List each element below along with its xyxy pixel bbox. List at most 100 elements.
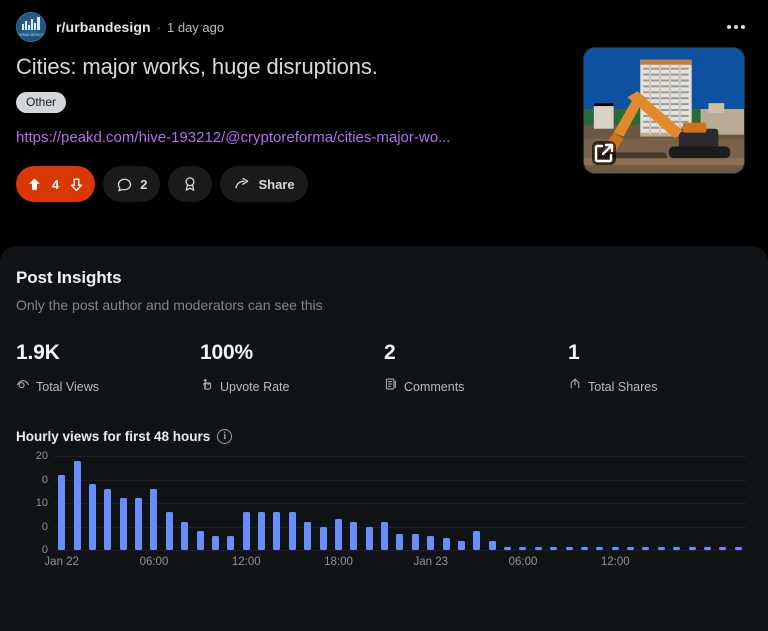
chart-bar[interactable] bbox=[88, 484, 96, 550]
share-button[interactable]: Share bbox=[220, 166, 308, 203]
chart-bar-cell[interactable] bbox=[577, 456, 592, 550]
chart-bar[interactable] bbox=[350, 521, 358, 550]
chart-bar-cell[interactable] bbox=[408, 456, 423, 550]
chart-bar-cell[interactable] bbox=[700, 456, 715, 550]
chart-bar[interactable] bbox=[165, 512, 173, 550]
chart-bar-cell[interactable] bbox=[423, 456, 438, 550]
post-flair-badge[interactable]: Other bbox=[16, 92, 67, 114]
chart-bar[interactable] bbox=[611, 547, 619, 550]
downvote-icon[interactable] bbox=[68, 176, 85, 193]
chart-bar-cell[interactable] bbox=[146, 456, 161, 550]
overflow-menu-button[interactable] bbox=[720, 11, 752, 43]
chart-bar-cell[interactable] bbox=[623, 456, 638, 550]
chart-bar-cell[interactable] bbox=[208, 456, 223, 550]
info-icon[interactable]: i bbox=[217, 429, 233, 444]
chart-bar-cell[interactable] bbox=[177, 456, 192, 550]
chart-bar-cell[interactable] bbox=[54, 456, 69, 550]
chart-bar-cell[interactable] bbox=[469, 456, 484, 550]
chart-bar-cell[interactable] bbox=[454, 456, 469, 550]
chart-bar[interactable] bbox=[304, 521, 312, 550]
chart-bar-cell[interactable] bbox=[500, 456, 515, 550]
chart-bar[interactable] bbox=[473, 531, 481, 550]
chart-bar[interactable] bbox=[703, 547, 711, 550]
chart-bar[interactable] bbox=[565, 547, 573, 550]
chart-bar[interactable] bbox=[211, 535, 219, 550]
chart-bar-cell[interactable] bbox=[515, 456, 530, 550]
chart-bar[interactable] bbox=[642, 547, 650, 550]
chart-bar[interactable] bbox=[411, 533, 419, 550]
chart-bar-cell[interactable] bbox=[684, 456, 699, 550]
post-thumbnail[interactable] bbox=[583, 47, 745, 174]
chart-bar-cell[interactable] bbox=[192, 456, 207, 550]
chart-bar[interactable] bbox=[550, 547, 558, 550]
chart-bar[interactable] bbox=[488, 540, 496, 550]
chart-bar[interactable] bbox=[258, 512, 266, 550]
chart-bar-cell[interactable] bbox=[100, 456, 115, 550]
chart-bar[interactable] bbox=[519, 547, 527, 550]
chart-bar[interactable] bbox=[596, 547, 604, 550]
chart-bar-cell[interactable] bbox=[85, 456, 100, 550]
chart-bar[interactable] bbox=[334, 519, 342, 550]
chart-bar[interactable] bbox=[534, 547, 542, 550]
chart-bar-cell[interactable] bbox=[654, 456, 669, 550]
chart-bar[interactable] bbox=[288, 512, 296, 550]
chart-bar[interactable] bbox=[719, 547, 727, 550]
chart-bar[interactable] bbox=[427, 535, 435, 550]
chart-bar[interactable] bbox=[150, 488, 158, 550]
chart-bar-cell[interactable] bbox=[438, 456, 453, 550]
chart-bar[interactable] bbox=[442, 538, 450, 550]
chart-bar[interactable] bbox=[365, 526, 373, 550]
chart-bar[interactable] bbox=[734, 547, 742, 550]
chart-bar-cell[interactable] bbox=[485, 456, 500, 550]
chart-bar-cell[interactable] bbox=[254, 456, 269, 550]
award-button[interactable] bbox=[168, 166, 213, 203]
chart-bar[interactable] bbox=[319, 526, 327, 550]
chart-bar[interactable] bbox=[673, 547, 681, 550]
chart-bar[interactable] bbox=[104, 488, 112, 550]
chart-bar-cell[interactable] bbox=[608, 456, 623, 550]
chart-bar[interactable] bbox=[627, 547, 635, 550]
chart-bar[interactable] bbox=[381, 521, 389, 550]
chart-bar[interactable] bbox=[580, 547, 588, 550]
chart-bar-cell[interactable] bbox=[239, 456, 254, 550]
chart-bar[interactable] bbox=[135, 498, 143, 550]
chart-bar[interactable] bbox=[504, 547, 512, 550]
chart-bar-cell[interactable] bbox=[346, 456, 361, 550]
chart-bar-cell[interactable] bbox=[531, 456, 546, 550]
chart-bar-cell[interactable] bbox=[546, 456, 561, 550]
chart-bar-cell[interactable] bbox=[331, 456, 346, 550]
chart-bar-cell[interactable] bbox=[561, 456, 576, 550]
chart-bar[interactable] bbox=[242, 512, 250, 550]
chart-bar[interactable] bbox=[657, 547, 665, 550]
expand-image-icon[interactable] bbox=[592, 141, 616, 165]
chart-bar[interactable] bbox=[119, 498, 127, 550]
chart-bar-cell[interactable] bbox=[669, 456, 684, 550]
chart-bar-cell[interactable] bbox=[592, 456, 607, 550]
chart-bar-cell[interactable] bbox=[300, 456, 315, 550]
chart-bar-cell[interactable] bbox=[315, 456, 330, 550]
chart-bar-cell[interactable] bbox=[285, 456, 300, 550]
chart-bar[interactable] bbox=[273, 512, 281, 550]
chart-bar[interactable] bbox=[58, 474, 66, 550]
chart-bar-cell[interactable] bbox=[638, 456, 653, 550]
chart-bar-cell[interactable] bbox=[162, 456, 177, 550]
chart-bar-cell[interactable] bbox=[377, 456, 392, 550]
vote-control[interactable]: 4 bbox=[16, 166, 96, 203]
chart-bar-cell[interactable] bbox=[362, 456, 377, 550]
chart-bar[interactable] bbox=[688, 547, 696, 550]
upvote-icon[interactable] bbox=[26, 176, 43, 193]
chart-bar-cell[interactable] bbox=[269, 456, 284, 550]
chart-bar[interactable] bbox=[396, 533, 404, 550]
subreddit-name[interactable]: r/urbandesign bbox=[56, 19, 151, 35]
chart-bar-cell[interactable] bbox=[715, 456, 730, 550]
chart-bar-cell[interactable] bbox=[116, 456, 131, 550]
post-external-link[interactable]: https://peakd.com/hive-193212/@cryptoref… bbox=[0, 113, 575, 146]
chart-bar[interactable] bbox=[196, 531, 204, 550]
chart-bar-cell[interactable] bbox=[392, 456, 407, 550]
comments-button[interactable]: 2 bbox=[103, 166, 161, 203]
chart-bar[interactable] bbox=[73, 460, 81, 550]
chart-bar[interactable] bbox=[181, 521, 189, 550]
chart-bar-cell[interactable] bbox=[69, 456, 84, 550]
chart-bar[interactable] bbox=[457, 540, 465, 550]
chart-bar-cell[interactable] bbox=[731, 456, 746, 550]
